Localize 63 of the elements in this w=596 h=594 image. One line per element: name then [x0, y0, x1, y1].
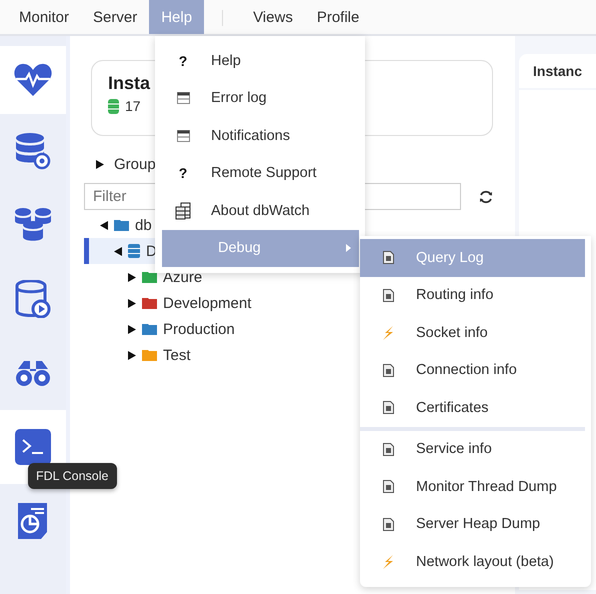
menu-item[interactable]: Server Heap Dump	[360, 506, 585, 543]
menu-item[interactable]: Error log	[155, 80, 359, 117]
refresh-icon[interactable]	[479, 190, 493, 204]
tree-label: Azure	[163, 268, 202, 286]
expand-arrow-icon[interactable]	[128, 350, 136, 360]
menu-item[interactable]: Profile	[304, 0, 372, 34]
heart-pulse-icon	[13, 62, 53, 98]
tree-label: Production	[163, 320, 235, 338]
server-stack-icon	[175, 202, 191, 220]
tree-label: db	[135, 216, 152, 234]
collapse-arrow-icon[interactable]	[100, 220, 108, 230]
tree-row[interactable]: db	[84, 212, 152, 238]
document-icon	[382, 251, 394, 264]
window-icon	[176, 130, 190, 142]
card-title: Insta	[108, 73, 152, 94]
sidebar-item[interactable]	[0, 46, 66, 114]
database-gear-icon	[15, 132, 51, 170]
document-icon	[382, 442, 394, 456]
lightning-icon	[382, 326, 394, 340]
menu-item[interactable]: Network layout (beta)	[360, 543, 585, 580]
menu-item[interactable]: Certificates	[360, 389, 585, 430]
question-mark-icon: ?	[178, 165, 188, 182]
menu-item[interactable]: Monitor	[7, 0, 82, 34]
panel-tab[interactable]: Instanc	[519, 54, 596, 88]
menu-item[interactable]: About dbWatch	[155, 192, 359, 230]
expand-arrow-icon[interactable]	[128, 324, 136, 334]
tree-label: Development	[163, 294, 252, 312]
terminal-icon[interactable]	[15, 429, 51, 465]
binoculars-icon	[14, 359, 52, 387]
collapse-arrow-icon[interactable]	[114, 246, 122, 256]
submenu-arrow-icon	[346, 244, 351, 252]
menu-item[interactable]: ? Remote Support	[155, 154, 359, 192]
document-icon	[382, 401, 394, 414]
tree-row[interactable]: Production	[84, 316, 235, 342]
tree-row[interactable]: Test	[84, 342, 191, 368]
menu-item[interactable]: Notifications	[155, 117, 359, 154]
expand-arrow-icon[interactable]	[128, 272, 136, 282]
document-icon	[382, 288, 394, 302]
menu-item[interactable]: Monitor Thread Dump	[360, 468, 585, 506]
report-chart-icon	[18, 503, 48, 539]
menu-item[interactable]: Connection info	[360, 352, 585, 389]
database-cluster-icon	[14, 207, 52, 243]
menu-item[interactable]: Routing info	[360, 276, 585, 314]
tree-row[interactable]: Development	[84, 290, 252, 316]
menu-item[interactable]: Views	[241, 0, 305, 34]
tooltip: FDL Console	[28, 463, 116, 489]
menu-item[interactable]: Server	[81, 0, 150, 34]
document-icon	[382, 364, 394, 377]
database-play-icon	[15, 280, 51, 318]
expand-arrow-icon[interactable]	[128, 298, 136, 308]
menu-item[interactable]: Socket info	[360, 314, 585, 352]
tree-label: Test	[163, 346, 191, 364]
document-icon	[382, 518, 394, 531]
menu-item[interactable]: Service info	[360, 430, 585, 468]
document-icon	[382, 480, 394, 494]
question-mark-icon: ?	[178, 52, 188, 69]
database-icon	[108, 98, 119, 114]
instance-count: 17	[125, 98, 141, 114]
expand-arrow-icon[interactable]	[96, 160, 104, 169]
lightning-icon	[382, 554, 394, 569]
window-icon	[176, 92, 190, 104]
tree-row[interactable]: Azure	[84, 264, 202, 290]
menu-item[interactable]: ? Help	[155, 42, 359, 80]
